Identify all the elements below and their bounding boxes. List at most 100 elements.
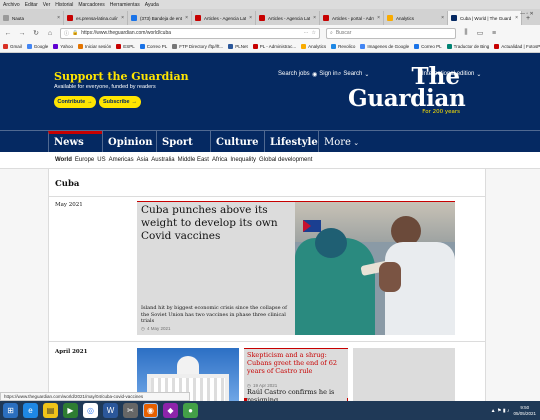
browser-tab[interactable]: Cuba | World | The Guard ×: [448, 11, 522, 25]
page-actions-icon[interactable]: ···: [304, 30, 309, 36]
bookmark-item[interactable]: ESPL: [116, 44, 135, 49]
bookmark-item[interactable]: Correo PL: [139, 44, 168, 49]
app-icon[interactable]: ●: [183, 403, 198, 418]
reload-icon[interactable]: ↻: [32, 29, 40, 37]
pillar-news[interactable]: News: [48, 131, 102, 153]
chrome-icon[interactable]: ◎: [83, 403, 98, 418]
back-icon[interactable]: ←: [4, 30, 12, 37]
library-icon[interactable]: ⫼: [462, 29, 470, 37]
subnav-item[interactable]: World: [55, 157, 72, 163]
pillar-opinion[interactable]: Opinion: [102, 131, 156, 153]
menu-item[interactable]: Archivo: [3, 2, 20, 8]
media-icon[interactable]: ▶: [63, 403, 78, 418]
close-tab-icon[interactable]: ×: [57, 15, 60, 21]
pillar-culture[interactable]: Culture: [210, 131, 264, 153]
bookmark-item[interactable]: Analytics: [301, 44, 326, 49]
close-tab-icon[interactable]: ×: [515, 15, 518, 21]
bookmark-favicon-icon: [446, 44, 452, 49]
bookmark-item[interactable]: Iniciar sesión: [77, 44, 111, 49]
sign-in-link[interactable]: ◉ Sign in: [312, 71, 338, 78]
address-bar[interactable]: ⓘ 🔒 https://www.theguardian.com/world/cu…: [60, 27, 320, 39]
subnav-item[interactable]: Africa: [212, 157, 227, 163]
pillar-sport[interactable]: Sport: [156, 131, 210, 153]
chevron-down-icon: ⌄: [350, 139, 360, 147]
bookmark-item[interactable]: Imagenes de Google: [360, 44, 409, 49]
forward-icon[interactable]: →: [18, 30, 26, 37]
subnav-item[interactable]: Inequality: [230, 157, 256, 163]
menu-item[interactable]: Herramientas: [110, 2, 140, 8]
lock-icon: 🔒: [72, 30, 79, 36]
pillar-more[interactable]: More ⌄: [318, 131, 372, 153]
menu-item[interactable]: Ayuda: [145, 2, 159, 8]
subnav-item[interactable]: US: [97, 157, 105, 163]
search-icon: ⌕: [330, 30, 333, 36]
window-controls[interactable]: — ▫ ✕: [520, 11, 534, 17]
bookmark-favicon-icon: [26, 44, 32, 49]
clock[interactable]: 9:50 05/05/2021: [513, 405, 536, 417]
subscribe-button[interactable]: Subscribe →: [99, 96, 141, 108]
browser-tab[interactable]: es.prensa-latina.cu/index×: [64, 11, 128, 25]
close-tab-icon[interactable]: ×: [441, 15, 444, 21]
pillar-lifestyle[interactable]: Lifestyle: [264, 131, 318, 153]
vaccination-photo: [295, 202, 455, 335]
search-jobs-link[interactable]: Search jobs: [278, 71, 310, 77]
sidebar-icon[interactable]: ▭: [476, 29, 484, 37]
close-tab-icon[interactable]: ×: [313, 15, 316, 21]
guardian-logo[interactable]: The Guardian For 200 years: [348, 65, 466, 115]
subnav-item[interactable]: Asia: [137, 157, 149, 163]
bookmark-item[interactable]: Gmail: [3, 44, 22, 49]
subnav-item[interactable]: Americas: [109, 157, 134, 163]
ie-icon[interactable]: e: [23, 403, 38, 418]
bookmark-item[interactable]: Actualidad | FotosPL: [494, 44, 540, 49]
menu-item[interactable]: Ver: [43, 2, 51, 8]
bookmark-item[interactable]: Correo PL: [414, 44, 442, 49]
close-tab-icon[interactable]: ×: [121, 15, 124, 21]
tab-label: es.prensa-latina.cu/index: [76, 15, 118, 21]
bookmark-star-icon[interactable]: ☆: [312, 30, 316, 36]
tool-icon[interactable]: ✂: [123, 403, 138, 418]
browser-tab[interactable]: Articles - Agencia Latino×: [256, 11, 320, 25]
browser-tab[interactable]: (373) Bandeja de entrada×: [128, 11, 192, 25]
close-tab-icon[interactable]: ×: [377, 15, 380, 21]
browser-tab[interactable]: Articles - Agencia Latino×: [192, 11, 256, 25]
menu-item[interactable]: Marcadores: [78, 2, 104, 8]
placeholder-card: [353, 348, 455, 401]
bookmark-item[interactable]: FTP Directory /ftp//ft...: [172, 44, 223, 49]
start-icon[interactable]: ⊞: [3, 403, 18, 418]
browser-tab[interactable]: Analytics ×: [384, 11, 448, 25]
bookmark-favicon-icon: [331, 44, 337, 49]
firefox-icon[interactable]: ◉: [143, 403, 158, 418]
bookmark-item[interactable]: PL - Administrac...: [252, 44, 296, 49]
bookmark-item[interactable]: Revolico: [331, 44, 355, 49]
contribute-button[interactable]: Contribute →: [54, 96, 96, 108]
tray-icons[interactable]: ▲ ⚑ ▮ ♪: [491, 408, 510, 414]
close-tab-icon[interactable]: ×: [185, 15, 188, 21]
tab-label: Articles - Agencia Latino: [268, 15, 311, 21]
feature-timestamp: ◷ 4 May 2021: [141, 326, 170, 332]
word-icon[interactable]: W: [103, 403, 118, 418]
article-headline[interactable]: Skepticism and a shrug: Cubans greet the…: [247, 351, 347, 375]
feature-headline[interactable]: Cuba punches above its weight to develop…: [141, 204, 291, 243]
subnav-item[interactable]: Europe: [75, 157, 94, 163]
bookmark-item[interactable]: Traductor de Bing: [446, 44, 489, 49]
info-icon[interactable]: ⓘ: [64, 30, 69, 37]
bookmark-item[interactable]: Google: [26, 44, 48, 49]
app-icon[interactable]: ◆: [163, 403, 178, 418]
browser-tab[interactable]: Articles - portal - Admin ×: [320, 11, 384, 25]
menu-item[interactable]: Historial: [55, 2, 73, 8]
hamburger-menu-icon[interactable]: ≡: [490, 30, 498, 37]
subnav-item[interactable]: Global development: [259, 157, 312, 163]
bookmark-item[interactable]: Yahoo: [53, 44, 73, 49]
feature-article-card[interactable]: Cuba punches above its weight to develop…: [137, 201, 455, 335]
bookmark-label: ESPL: [123, 44, 135, 49]
search-bar[interactable]: ⌕ Buscar: [326, 27, 456, 39]
browser-tab[interactable]: Nauta ×: [0, 11, 64, 25]
menu-item[interactable]: Editar: [25, 2, 38, 8]
bookmark-item[interactable]: PLNet: [228, 44, 248, 49]
close-tab-icon[interactable]: ×: [249, 15, 252, 21]
folder-icon[interactable]: ▤: [43, 403, 58, 418]
home-icon[interactable]: ⌂: [46, 30, 54, 37]
bookmark-label: Correo PL: [146, 44, 168, 49]
subnav-item[interactable]: Australia: [151, 157, 174, 163]
subnav-item[interactable]: Middle East: [178, 157, 209, 163]
